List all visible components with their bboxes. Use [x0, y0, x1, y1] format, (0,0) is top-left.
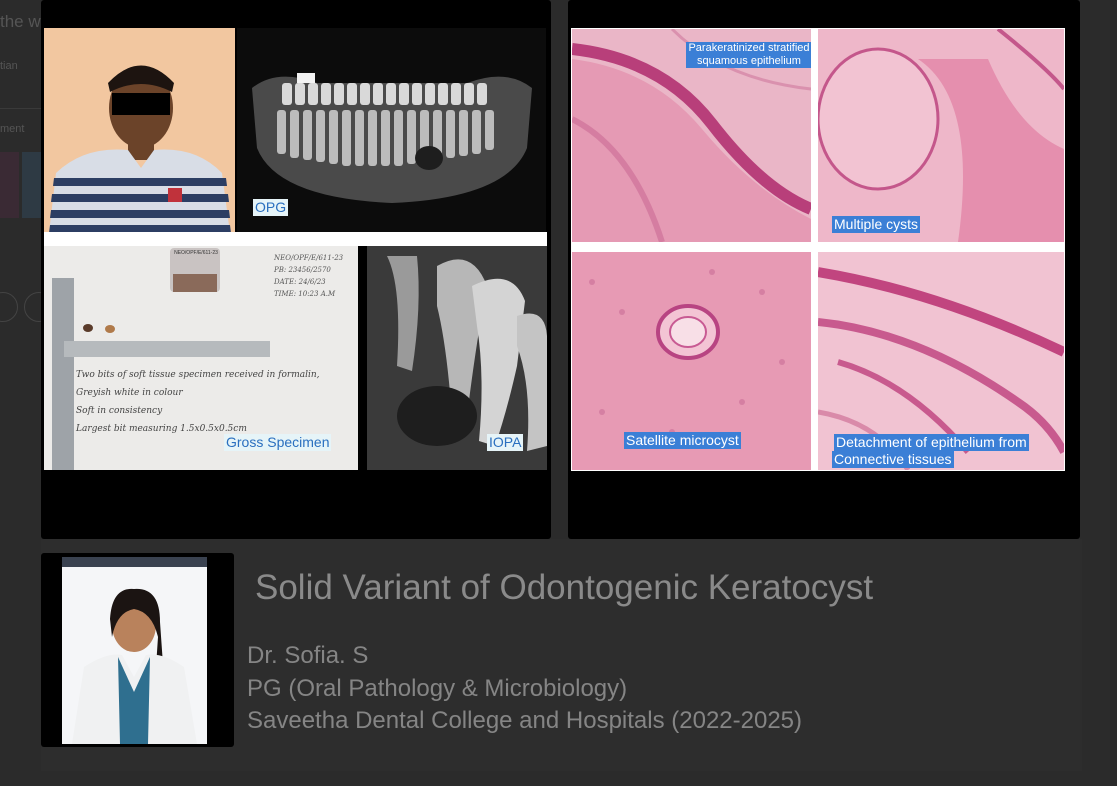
histology-label-epithelium: Parakeratinized stratified squamous epit…	[686, 42, 811, 68]
case-detail-line: NEO/OPF/E/611-23	[274, 254, 344, 262]
note-line: Two bits of soft tissue specimen receive…	[76, 370, 320, 380]
background-thumbnails	[0, 152, 41, 218]
histology-illustration	[818, 29, 1064, 242]
presenter-photo	[62, 557, 207, 744]
presenter-name: Dr. Sofia. S	[247, 642, 369, 669]
opg-label: OPG	[253, 199, 289, 216]
image-frame	[44, 232, 547, 246]
note-line: Greyish white in colour	[76, 388, 183, 398]
patient-photo-illustration	[44, 28, 235, 233]
background-title-fragment: the w	[0, 12, 41, 31]
histology-image-detachment: Detachment of epithelium from Connective…	[818, 252, 1064, 470]
iopa-xray: IOPA	[367, 246, 547, 470]
case-detail-line: DATE: 24/6/23	[274, 278, 326, 286]
specimen-handwritten-note: Two bits of soft tissue specimen receive…	[76, 366, 320, 438]
presenter-role: PG (Oral Pathology & Microbiology)	[247, 675, 628, 702]
histology-image-epithelium: Parakeratinized stratified squamous epit…	[572, 29, 811, 242]
background-nav-button	[0, 292, 18, 322]
histology-label-detachment-line1: Detachment of epithelium from	[834, 434, 1029, 451]
jar-label-line: NEO/OPF/E/611-23	[174, 250, 218, 256]
presenter-photo-illustration	[62, 557, 207, 744]
background-thumbnail	[0, 152, 19, 218]
histology-image-cysts: Multiple cysts	[818, 29, 1064, 242]
histology-label-microcyst: Satellite microcyst	[624, 432, 741, 449]
opg-xray: OPG	[237, 28, 546, 232]
note-line: Soft in consistency	[76, 406, 163, 416]
jar-label: NEO/OPF/E/611-23	[174, 250, 218, 256]
patient-photo	[44, 28, 235, 233]
background-comment-fragment: ment	[0, 123, 25, 135]
histology-label-cysts: Multiple cysts	[832, 216, 921, 233]
histology-image-microcyst: Satellite microcyst	[572, 252, 811, 470]
presenter-institution: Saveetha Dental College and Hospitals (2…	[247, 707, 803, 734]
gross-specimen-label: Gross Specimen	[224, 434, 332, 451]
gross-specimen-photo: NEO/OPF/E/611-23 NEO/OPF/E/611-23 PB: 23…	[44, 246, 358, 470]
specimen-case-details: NEO/OPF/E/611-23 PB: 23456/2570 DATE: 24…	[274, 252, 343, 300]
iopa-label: IOPA	[487, 434, 524, 451]
histology-label-detachment-line2: Connective tissues	[832, 451, 954, 468]
presentation-title: Solid Variant of Odontogenic Keratocyst	[255, 568, 874, 607]
case-detail-line: PB: 23456/2570	[274, 266, 331, 274]
background-thumbnail	[22, 152, 41, 218]
background-divider	[0, 108, 41, 109]
background-author-fragment: tian	[0, 60, 18, 72]
case-detail-line: TIME: 10:23 A.M	[274, 290, 336, 298]
